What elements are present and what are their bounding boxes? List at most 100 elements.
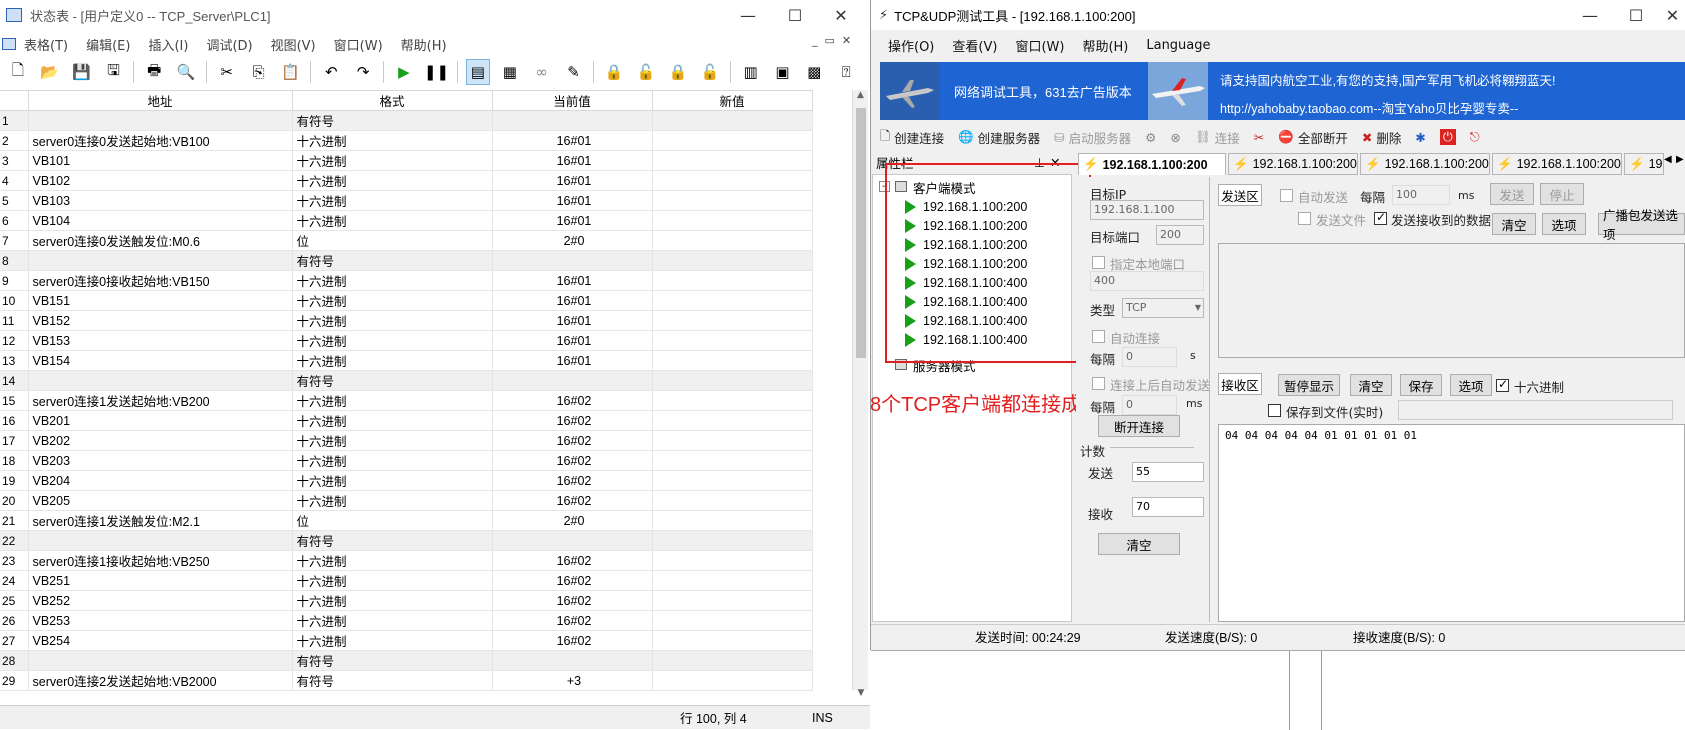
maximize-button[interactable]: ☐ [772,0,818,30]
monitor-icon[interactable]: ▩ [802,59,826,85]
send-count-input[interactable]: 55 [1132,462,1204,482]
table-row[interactable]: 7 server0连接0发送触发位:M0.6 位 2#0 [0,230,813,251]
table-row[interactable]: 15 server0连接1发送起始地:VB200 十六进制 16#02 [0,390,813,411]
run-icon[interactable]: ▶ [392,59,416,85]
connect-button[interactable]: ⛓ 连接 [1195,128,1240,147]
table-row[interactable]: 12 VB153 十六进制 16#01 [0,330,813,351]
scroll-down-icon[interactable]: ▼ [853,688,869,698]
print-preview-icon[interactable]: 🔍 [174,59,198,85]
save-file-path[interactable] [1398,400,1673,420]
send-interval-input[interactable]: 100 [1392,185,1450,205]
undo-icon[interactable]: ↶ [319,59,343,85]
glasses-icon[interactable]: ∞ [530,59,554,85]
save-file-checkbox[interactable] [1268,404,1281,417]
new-value-cell[interactable] [651,270,813,291]
new-value-cell[interactable] [651,310,813,331]
right-close-button[interactable]: ✕ [1660,0,1685,30]
send-text-area[interactable] [1218,243,1685,358]
menu-debug[interactable]: 调试(D) [206,35,252,54]
col-address[interactable]: 地址 [27,90,293,111]
redo-icon[interactable]: ↷ [351,59,375,85]
stop-icon[interactable]: ❚❚ [424,59,449,85]
col-current[interactable]: 当前值 [491,90,653,111]
hex-checkbox[interactable] [1496,377,1509,392]
broadcast-options-button[interactable]: 广播包发送选项 [1598,208,1685,242]
new-value-cell[interactable] [651,290,813,311]
mdi-restore-icon[interactable]: ▭ [825,34,835,47]
new-value-cell[interactable] [651,510,813,531]
tab-connection-1[interactable]: ⚡ 192.168.1.100:200 [1078,153,1226,175]
menu-help[interactable]: 帮助(H) [401,35,447,54]
new-value-cell[interactable] [651,250,813,271]
table-row[interactable]: 16 VB201 十六进制 16#02 [0,410,813,431]
tab-connection-5[interactable]: ⚡ 19 [1624,153,1664,175]
right-maximize-button[interactable]: ☐ [1613,0,1659,30]
paste-icon[interactable]: 📋 [279,59,303,85]
tab-scroll-left-icon[interactable]: ◀ [1664,154,1672,165]
table-row[interactable]: 8 有符号 [0,250,813,271]
open-icon[interactable]: 📂 [38,59,62,85]
recv-count-input[interactable]: 70 [1132,497,1204,517]
menu-language[interactable]: Language [1146,38,1210,53]
pause-display-button[interactable]: 暂停显示 [1278,374,1340,396]
tab-connection-2[interactable]: ⚡ 192.168.1.100:200 [1228,153,1358,175]
col-format[interactable]: 格式 [291,90,493,111]
new-value-cell[interactable] [651,490,813,511]
table-row[interactable]: 5 VB103 十六进制 16#01 [0,190,813,211]
settings-icon[interactable]: ✱ [1415,130,1425,145]
tab-connection-3[interactable]: ⚡ 192.168.1.100:200 [1360,153,1490,175]
new-value-cell[interactable] [651,330,813,351]
menu-table[interactable]: 表格(T) [24,35,68,54]
table-row[interactable]: 3 VB101 十六进制 16#01 [0,150,813,171]
new-value-cell[interactable] [651,630,813,651]
table-row[interactable]: 9 server0连接0接收起始地:VB150 十六进制 16#01 [0,270,813,291]
new-value-cell[interactable] [651,470,813,491]
table-row[interactable]: 14 有符号 [0,370,813,391]
table-row[interactable]: 28 有符号 [0,650,813,671]
table-row[interactable]: 20 VB205 十六进制 16#02 [0,490,813,511]
menu-view[interactable]: 视图(V) [271,35,316,54]
table2-icon[interactable]: ▣ [770,59,794,85]
target-ip-input[interactable]: 192.168.1.100 [1090,200,1204,220]
create-connection-button[interactable]: 🗋 创建连接 [880,127,944,148]
table-row[interactable]: 23 server0连接1接收起始地:VB250 十六进制 16#02 [0,550,813,571]
new-value-cell[interactable] [651,410,813,431]
auto-send-checkbox[interactable] [1280,189,1293,202]
interval2-input[interactable]: 0 [1122,395,1177,415]
copy-icon[interactable]: ⎘ [247,59,271,85]
menu-insert[interactable]: 插入(I) [148,35,188,54]
tab-connection-4[interactable]: ⚡ 192.168.1.100:200 [1492,153,1622,175]
menu-window[interactable]: 窗口(W) [334,35,383,54]
plug-icon[interactable]: ⚙ [1145,130,1156,145]
table-row[interactable]: 18 VB203 十六进制 16#02 [0,450,813,471]
lock-icon[interactable]: 🔒 [602,59,626,85]
table-row[interactable]: 25 VB252 十六进制 16#02 [0,590,813,611]
menu-operation[interactable]: 操作(O) [888,36,934,55]
mdi-close-icon[interactable]: ✕ [842,34,851,47]
chart-icon[interactable]: ▤ [465,59,490,85]
power-icon[interactable]: ⏻ [1439,129,1456,145]
menu-window-r[interactable]: 窗口(W) [1015,36,1064,55]
table-row[interactable]: 19 VB204 十六进制 16#02 [0,470,813,491]
new-file-icon[interactable]: 🗋 [6,59,30,85]
scroll-thumb[interactable] [856,108,866,358]
table-row[interactable]: 6 VB104 十六进制 16#01 [0,210,813,231]
table-row[interactable]: 27 VB254 十六进制 16#02 [0,630,813,651]
new-value-cell[interactable] [651,610,813,631]
help-cursor-icon[interactable]: ⍰ [834,59,858,85]
menu-help-r[interactable]: 帮助(H) [1082,36,1128,55]
table-row[interactable]: 29 server0连接2发送起始地:VB2000 有符号 +3 [0,670,813,691]
left-vscrollbar[interactable]: ▲ ▼ [852,90,868,698]
recv-options-button[interactable]: 选项 [1450,374,1492,396]
disconnect-icon[interactable]: ✂ [1254,130,1264,145]
table-row[interactable]: 10 VB151 十六进制 16#01 [0,290,813,311]
table-row[interactable]: 22 有符号 [0,530,813,551]
send-received-checkbox[interactable] [1374,210,1387,225]
new-value-cell[interactable] [651,150,813,171]
mdi-minimize-icon[interactable]: _ [812,34,818,47]
new-value-cell[interactable] [651,430,813,451]
stop-circle-icon[interactable]: ⊗ [1170,130,1180,145]
lock-blue-icon[interactable]: 🔒 [666,59,690,85]
table-row[interactable]: 26 VB253 十六进制 16#02 [0,610,813,631]
table-row[interactable]: 2 server0连接0发送起始地:VB100 十六进制 16#01 [0,130,813,151]
